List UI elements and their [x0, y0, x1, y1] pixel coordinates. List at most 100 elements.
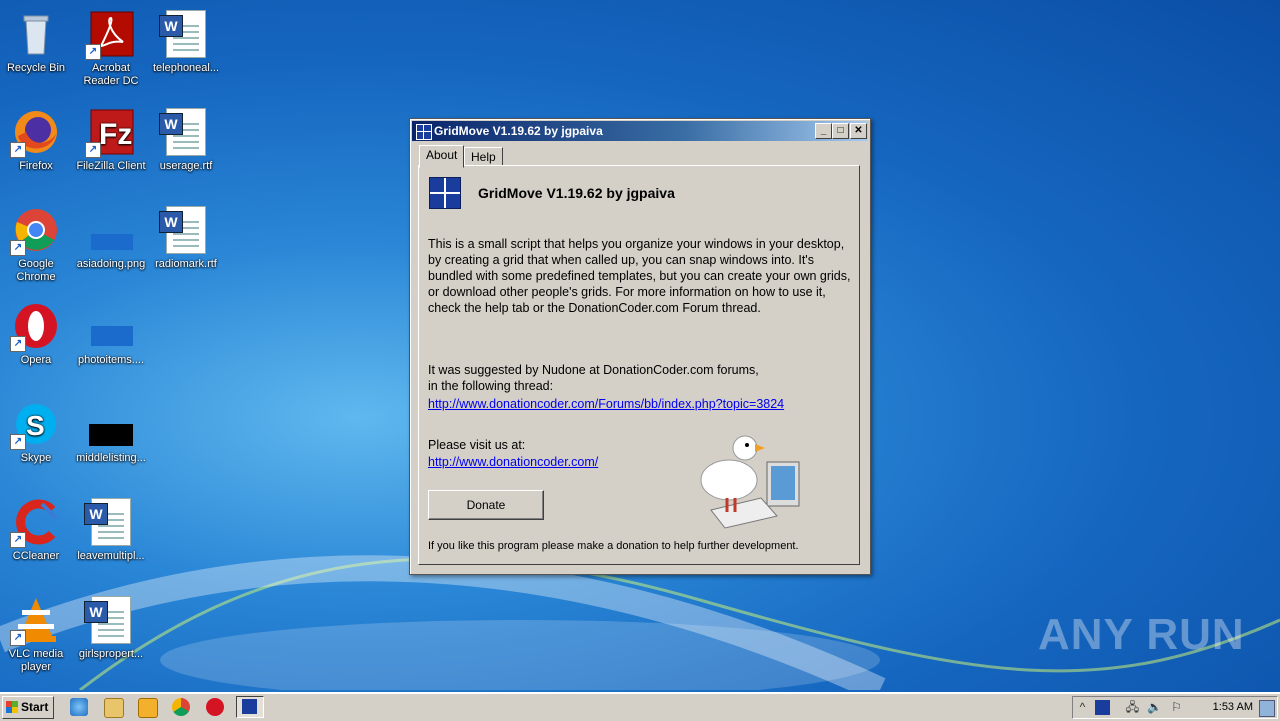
- vlc-icon: ↗: [10, 596, 60, 646]
- ccleaner-icon: ↗: [10, 498, 60, 548]
- suggestion-line-2: in the following thread:: [428, 379, 554, 393]
- show-hidden-icons-icon[interactable]: ^: [1075, 700, 1090, 715]
- window-title-bar[interactable]: GridMove V1.19.62 by jgpaiva _ □ ✕: [412, 121, 868, 141]
- desktop-icon-vlc[interactable]: ↗ VLC media player: [0, 592, 74, 682]
- firefox-icon: ↗: [10, 108, 60, 158]
- tab-about[interactable]: About: [419, 145, 465, 168]
- desktop-icon-filezilla[interactable]: Fz ↗ FileZilla Client: [73, 104, 149, 194]
- maximize-button[interactable]: □: [832, 123, 849, 139]
- desktop-icon-label: VLC media player: [8, 648, 64, 673]
- chrome-icon: ↗: [10, 206, 60, 256]
- svg-text:Fz: Fz: [99, 118, 132, 151]
- forum-thread-link[interactable]: http://www.donationcoder.com/Forums/bb/i…: [428, 397, 784, 411]
- desktop-icon-chrome[interactable]: ↗ Google Chrome: [0, 202, 74, 292]
- start-label: Start: [21, 700, 49, 714]
- desktop-icon-label: telephoneal...: [152, 62, 220, 74]
- app-description: This is a small script that helps you or…: [428, 237, 851, 315]
- donate-button[interactable]: Donate: [428, 490, 544, 520]
- desktop-icon-recycle-bin[interactable]: Recycle Bin: [0, 6, 74, 96]
- suggestion-text: It was suggested by Nudone at DonationCo…: [428, 362, 759, 394]
- image-file-icon: [87, 206, 135, 254]
- shortcut-arrow-icon: ↗: [10, 336, 26, 352]
- desktop-icon-label: FileZilla Client: [76, 160, 146, 172]
- desktop-icon-label: asiadoing.png: [76, 258, 146, 270]
- shortcut-arrow-icon: ↗: [10, 630, 26, 646]
- website-link[interactable]: http://www.donationcoder.com/: [428, 455, 598, 469]
- close-button[interactable]: ✕: [850, 123, 867, 139]
- shortcut-arrow-icon: ↗: [10, 142, 26, 158]
- about-panel: GridMove V1.19.62 by jgpaiva This is a s…: [418, 165, 860, 565]
- shortcut-arrow-icon: ↗: [10, 240, 26, 256]
- gridmove-window: GridMove V1.19.62 by jgpaiva _ □ ✕ About…: [409, 118, 871, 575]
- desktop-icon-label: Skype: [20, 452, 52, 464]
- desktop-icon-skype[interactable]: S ↗ Skype: [0, 396, 74, 486]
- desktop-icon-ccleaner[interactable]: ↗ CCleaner: [0, 494, 74, 584]
- skype-icon: S ↗: [10, 400, 60, 450]
- desktop-icon-label: girlspropert...: [78, 648, 144, 660]
- desktop-icon-label: radiomark.rtf: [155, 258, 217, 270]
- acrobat-icon: ↗: [85, 10, 135, 60]
- word-document-icon: W: [84, 596, 135, 644]
- media-player-icon[interactable]: [138, 698, 158, 718]
- word-document-icon: W: [84, 498, 135, 546]
- volume-icon[interactable]: 🔈: [1147, 700, 1162, 715]
- minimize-button[interactable]: _: [815, 123, 832, 139]
- word-document-icon: W: [159, 10, 210, 58]
- desktop-icon-leavemultipl[interactable]: W leavemultipl...: [73, 494, 149, 584]
- suggestion-line-1: It was suggested by Nudone at DonationCo…: [428, 363, 759, 377]
- desktop-icon-label: Opera: [20, 354, 52, 366]
- word-document-icon: W: [159, 206, 210, 254]
- shortcut-arrow-icon: ↗: [10, 532, 26, 548]
- desktop-icon-label: Firefox: [19, 160, 53, 172]
- desktop-icon-girlspropert[interactable]: W girlspropert...: [73, 592, 149, 682]
- window-title: GridMove V1.19.62 by jgpaiva: [434, 124, 603, 138]
- desktop-icon-firefox[interactable]: ↗ Firefox: [0, 104, 74, 194]
- chrome-taskbar-icon[interactable]: [172, 698, 190, 716]
- internet-explorer-icon[interactable]: [70, 698, 88, 716]
- tab-help[interactable]: Help: [464, 147, 503, 167]
- anyrun-watermark: ANY RUN: [1038, 610, 1245, 659]
- desktop-icon-label: middlelisting...: [76, 452, 146, 464]
- desktop-icon-label: Recycle Bin: [6, 62, 66, 74]
- bird-with-computer-icon: [700, 435, 800, 529]
- desktop-icon-label: Google Chrome: [16, 258, 56, 283]
- shortcut-arrow-icon: ↗: [10, 434, 26, 450]
- opera-taskbar-icon[interactable]: [206, 698, 224, 716]
- desktop-icon-label: Acrobat Reader DC: [83, 62, 139, 87]
- system-tray: ^ 🖧 🔈 ⚐ 1:53 AM: [1072, 696, 1278, 719]
- desktop-icon-radiomark[interactable]: W radiomark.rtf: [148, 202, 224, 292]
- desktop-icon-label: photoitems....: [77, 354, 145, 366]
- desktop-icon-telephoneal[interactable]: W telephoneal...: [148, 6, 224, 96]
- filezilla-icon: Fz ↗: [85, 108, 135, 158]
- start-button[interactable]: Start: [2, 696, 54, 719]
- donation-note: If you like this program please make a d…: [428, 540, 799, 552]
- show-desktop-icon[interactable]: [1259, 700, 1275, 717]
- desktop-icon-middlelisting[interactable]: middlelisting...: [73, 396, 149, 486]
- network-icon[interactable]: 🖧: [1125, 700, 1140, 715]
- desktop-icon-asiadoing[interactable]: asiadoing.png: [73, 202, 149, 292]
- taskbar: Start ^ 🖧 🔈 ⚐ 1:53 AM: [0, 692, 1280, 721]
- action-center-flag-icon[interactable]: ⚐: [1169, 700, 1184, 715]
- word-document-icon: W: [159, 108, 210, 156]
- clock[interactable]: 1:53 AM: [1213, 697, 1253, 718]
- visit-text: Please visit us at:: [428, 438, 526, 452]
- image-file-icon: [87, 400, 135, 448]
- folder-icon[interactable]: [104, 698, 124, 718]
- recycle-bin-icon: [12, 10, 60, 58]
- desktop-icon-acrobat[interactable]: ↗ Acrobat Reader DC: [73, 6, 149, 96]
- gridmove-taskbar-button[interactable]: [236, 696, 264, 718]
- desktop-icon-label: CCleaner: [12, 550, 60, 562]
- opera-icon: ↗: [10, 302, 60, 352]
- desktop-icon-label: leavemultipl...: [77, 550, 145, 562]
- svg-text:S: S: [26, 410, 45, 441]
- desktop-icon-opera[interactable]: ↗ Opera: [0, 298, 74, 388]
- image-file-icon: [87, 302, 135, 350]
- gridmove-tray-icon[interactable]: [1095, 700, 1110, 715]
- shortcut-arrow-icon: ↗: [85, 142, 101, 158]
- gridmove-app-icon: [416, 124, 432, 140]
- app-title: GridMove V1.19.62 by jgpaiva: [478, 185, 675, 201]
- desktop-icon-photoitems[interactable]: photoitems....: [73, 298, 149, 388]
- desktop-icon-userage[interactable]: W userage.rtf: [148, 104, 224, 194]
- gridmove-logo-icon: [429, 177, 461, 209]
- gridmove-taskbar-icon: [242, 699, 257, 714]
